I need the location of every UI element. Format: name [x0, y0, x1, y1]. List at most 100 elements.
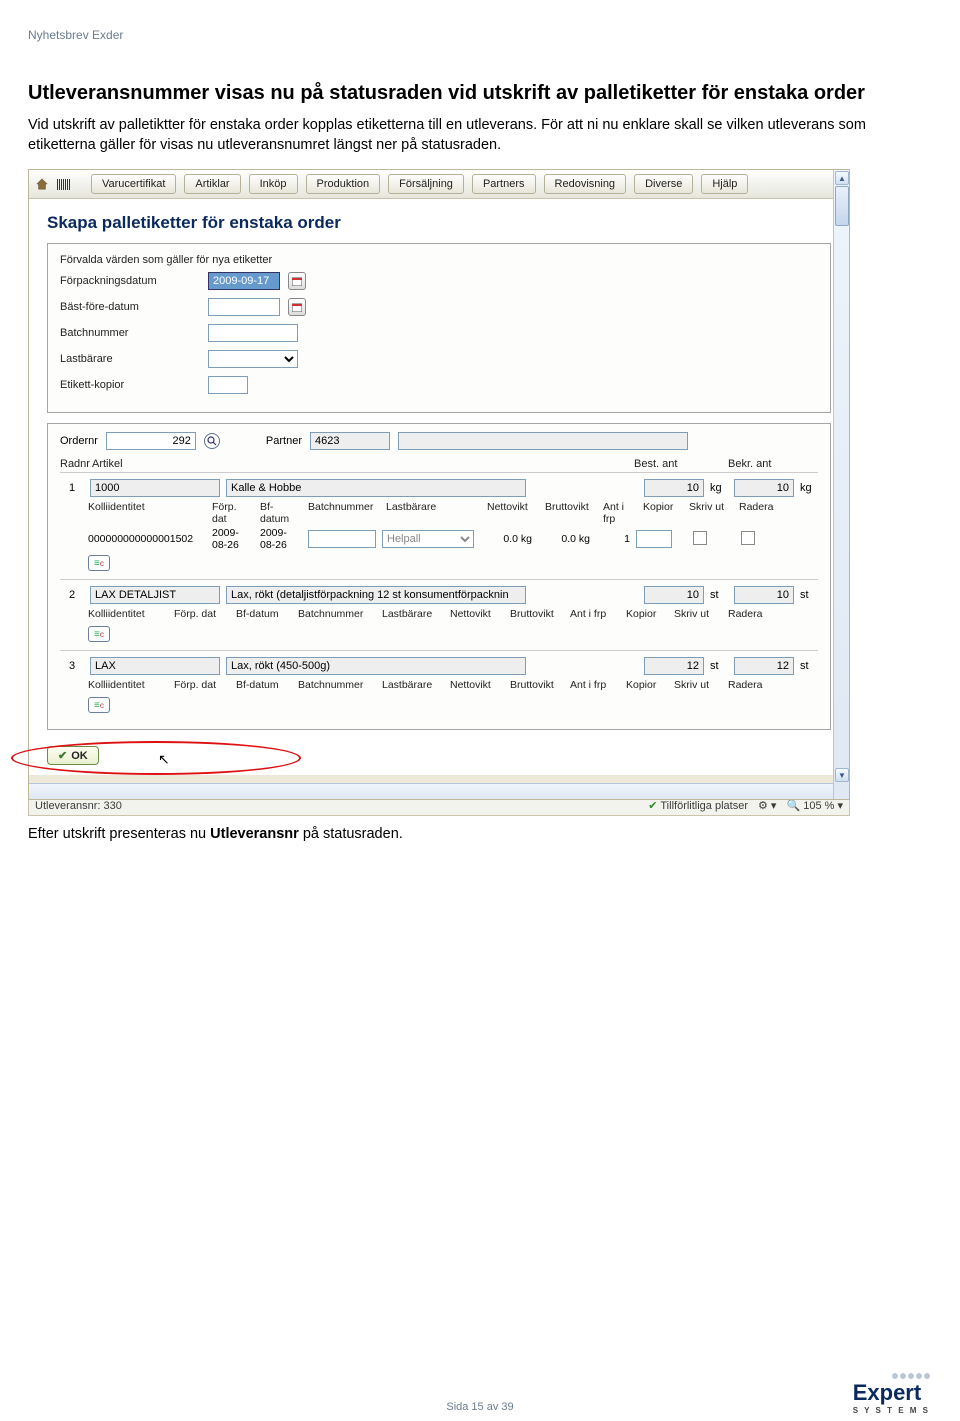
input-forpackningsdatum[interactable]	[208, 272, 280, 290]
row-bekr	[734, 479, 794, 497]
menu-hjalp[interactable]: Hjälp	[701, 174, 748, 194]
menu-inkop[interactable]: Inköp	[249, 174, 298, 194]
row-art	[90, 586, 220, 604]
row-unit2: st	[800, 589, 818, 601]
scrollbar-thumb[interactable]	[835, 186, 849, 226]
menu-produktion[interactable]: Produktion	[306, 174, 381, 194]
ok-label: OK	[71, 750, 88, 762]
sub-kolli: Kolliidentitet	[88, 608, 168, 620]
status-trusted: Tillförlitliga platser	[660, 800, 748, 812]
sub-kopior: Kopior	[643, 501, 683, 525]
input-bast-fore[interactable]	[208, 298, 280, 316]
row-action-icon[interactable]: ≡c	[88, 555, 110, 571]
sub-radera: Radera	[728, 608, 770, 620]
row-skriv-checkbox[interactable]	[693, 531, 707, 545]
caption-after: Efter utskrift presenteras nu Utleverans…	[28, 826, 932, 842]
label-batchnummer: Batchnummer	[60, 327, 200, 339]
col-bekr-ant: Bekr. ant	[728, 458, 818, 470]
row-action-icon[interactable]: ≡c	[88, 697, 110, 713]
app-page-title: Skapa palletiketter för enstaka order	[29, 199, 849, 243]
settings-icon[interactable]: ⚙ ▾	[758, 799, 776, 812]
row-nr: 1	[60, 482, 84, 494]
sub-forp: Förp. dat	[174, 679, 230, 691]
row-batch[interactable]	[308, 530, 376, 548]
row-kopior[interactable]	[636, 530, 672, 548]
page-footer: Sida 15 av 39	[0, 1401, 960, 1413]
ok-button[interactable]: ✔ OK	[47, 746, 99, 765]
row-unit: st	[710, 660, 728, 672]
sub-skriv: Skriv ut	[674, 679, 722, 691]
sub-lastbarare: Lastbärare	[386, 501, 481, 525]
row-best	[644, 657, 704, 675]
menu-forsaljning[interactable]: Försäljning	[388, 174, 464, 194]
row-bekr	[734, 657, 794, 675]
sub-bf: Bf-datum	[236, 608, 292, 620]
menubar: Varucertifikat Artiklar Inköp Produktion…	[29, 170, 849, 199]
sub-batch: Batchnummer	[298, 679, 376, 691]
doc-header: Nyhetsbrev Exder	[28, 28, 932, 42]
row-ant: 1	[596, 533, 630, 545]
col-artikel: Artikel	[92, 458, 222, 470]
sub-ant: Ant i frp	[570, 608, 620, 620]
row-desc	[226, 479, 526, 497]
menu-diverse[interactable]: Diverse	[634, 174, 693, 194]
vertical-scrollbar[interactable]: ▲ ▼	[833, 170, 849, 799]
sub-kopior: Kopior	[626, 679, 668, 691]
body-text: Vid utskrift av palletiktter för enstaka…	[28, 116, 932, 155]
sub-batch: Batchnummer	[298, 608, 376, 620]
menu-varucertifikat[interactable]: Varucertifikat	[91, 174, 176, 194]
row-lastbarare-select[interactable]: Helpall	[382, 530, 474, 548]
col-best-ant: Best. ant	[634, 458, 724, 470]
row-kolli: 000000000000001502	[88, 533, 206, 545]
sub-bf: Bf- datum	[260, 501, 302, 525]
calendar-icon[interactable]	[288, 298, 306, 316]
section-title: Utleveransnummer visas nu på statusraden…	[28, 80, 932, 106]
scroll-down-icon[interactable]: ▼	[835, 768, 849, 782]
input-batchnummer[interactable]	[208, 324, 298, 342]
row-unit2: st	[800, 660, 818, 672]
input-partner-name	[398, 432, 688, 450]
form-intro: Förvalda värden som gäller för nya etike…	[60, 254, 818, 266]
sub-lastbarare: Lastbärare	[382, 608, 444, 620]
row-best	[644, 586, 704, 604]
form-defaults: Förvalda värden som gäller för nya etike…	[47, 243, 831, 413]
input-etikett-kopior[interactable]	[208, 376, 248, 394]
horizontal-scrollbar[interactable]	[29, 783, 849, 799]
lookup-icon[interactable]	[204, 433, 220, 449]
row-desc	[226, 657, 526, 675]
trusted-icon: ✔	[648, 800, 657, 812]
cursor-icon: ↖	[158, 751, 170, 768]
calendar-icon[interactable]	[288, 272, 306, 290]
home-icon[interactable]	[35, 177, 49, 191]
scroll-up-icon[interactable]: ▲	[835, 171, 849, 185]
sub-brutto: Bruttovikt	[510, 679, 564, 691]
label-ordernr: Ordernr	[60, 435, 98, 447]
row-radera-checkbox[interactable]	[741, 531, 755, 545]
col-radnr: Radnr	[60, 458, 88, 470]
sub-batch: Batchnummer	[308, 501, 380, 525]
menu-artiklar[interactable]: Artiklar	[184, 174, 240, 194]
select-lastbarare[interactable]	[208, 350, 298, 368]
sub-kolli: Kolliidentitet	[88, 501, 206, 525]
label-etikett-kopior: Etikett-kopior	[60, 379, 200, 391]
zoom-icon[interactable]: 🔍	[786, 800, 800, 812]
label-partner: Partner	[266, 435, 302, 447]
row-netto: 0.0 kg	[480, 533, 532, 545]
sub-ant: Ant i frp	[603, 501, 637, 525]
row-art	[90, 657, 220, 675]
sub-kolli: Kolliidentitet	[88, 679, 168, 691]
sub-kopior: Kopior	[626, 608, 668, 620]
row-desc	[226, 586, 526, 604]
menu-partners[interactable]: Partners	[472, 174, 536, 194]
row-forp: 2009-08-26	[212, 527, 254, 551]
row-action-icon[interactable]: ≡c	[88, 626, 110, 642]
sub-brutto: Bruttovikt	[545, 501, 597, 525]
menu-redovisning[interactable]: Redovisning	[544, 174, 627, 194]
barcode-icon[interactable]	[57, 179, 71, 190]
row-best	[644, 479, 704, 497]
table-row: 3 st st Kolliidentitet Förp. dat	[60, 650, 818, 721]
row-unit: kg	[710, 482, 728, 494]
input-ordernr[interactable]	[106, 432, 196, 450]
sub-forp: Förp. dat	[212, 501, 254, 525]
status-left: Utleveransnr: 330	[35, 800, 122, 812]
